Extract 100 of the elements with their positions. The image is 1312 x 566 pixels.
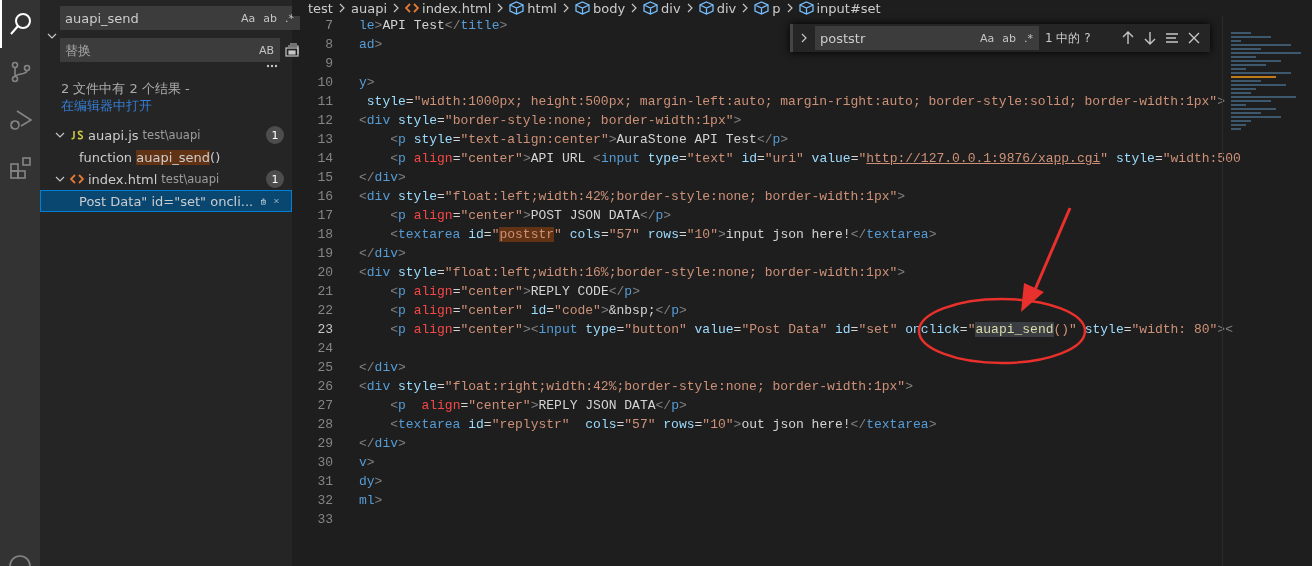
breadcrumb-item[interactable]: p <box>772 0 781 16</box>
code-line: dy> <box>359 474 383 489</box>
code-line: <div style="float:left;width:16%;border-style:none; border-width:1px"> <box>359 265 906 280</box>
code-line: <div style="float:right;width:42%;border-style:none; border-width:1px"> <box>359 379 913 394</box>
line-number: 32 <box>316 493 334 508</box>
code-line: <p align="center">REPLY CODE</p> <box>389 284 640 299</box>
cube-icon <box>754 1 770 15</box>
search-result[interactable]: function auapi_send() <box>40 146 292 168</box>
search-result[interactable]: Post Data" id="set" oncli... <box>40 190 292 212</box>
find-in-selection-icon[interactable] <box>1164 30 1180 46</box>
account-icon[interactable] <box>8 554 32 566</box>
code-line: </div> <box>359 170 406 185</box>
line-number: 12 <box>316 113 334 128</box>
line-number: 25 <box>316 360 334 375</box>
code-line: <p style="text-align:center">AuraStone API Test</p> <box>389 132 789 147</box>
breadcrumb-item[interactable]: html <box>527 0 557 16</box>
line-number: 14 <box>316 151 334 166</box>
run-debug-icon[interactable] <box>9 108 33 132</box>
line-number: 19 <box>316 246 334 261</box>
code-file-icon <box>405 3 419 13</box>
branch-icon[interactable] <box>9 60 33 84</box>
replace-all-icon[interactable] <box>284 42 300 58</box>
code-line: ad> <box>359 37 383 52</box>
code-line: <div style="float:left;width:42%;border-style:none; border-width:1px"> <box>359 189 906 204</box>
search-option[interactable]: Aa <box>239 11 258 25</box>
code-line: <p align="center">POST JSON DATA</p> <box>389 208 672 223</box>
preserve-case-toggle[interactable]: AB <box>256 43 276 57</box>
results-summary: 2 文件中有 2 个结果 - 在编辑器中打开 <box>60 80 191 114</box>
line-number: 10 <box>316 75 334 90</box>
line-number: 8 <box>324 37 334 52</box>
match-count: 1 <box>266 126 284 144</box>
line-number: 7 <box>324 18 334 33</box>
find-field[interactable]: poststr Aa ab .* <box>815 26 1039 50</box>
line-number: 9 <box>324 56 334 71</box>
line-number: 17 <box>316 208 334 223</box>
breadcrumb-item[interactable]: div <box>661 0 681 16</box>
breadcrumb-item[interactable]: test <box>308 0 333 16</box>
search-field[interactable]: auapi_send Aa ab .* <box>60 6 300 30</box>
code-line: <p align="center">API URL <input type="text" id="uri" value="http://127.0.0.1:9876/xapp.cgi" style="width:500 <box>389 151 1241 166</box>
toggle-replace-icon[interactable] <box>799 32 809 44</box>
extensions-icon[interactable] <box>9 156 33 180</box>
code-line: ml> <box>359 493 383 508</box>
file-path: test\auapi <box>161 172 221 186</box>
code-line: y> <box>359 75 375 90</box>
line-number: 28 <box>316 417 334 432</box>
line-number: 18 <box>316 227 334 242</box>
code-line: v> <box>359 455 375 470</box>
line-number: 15 <box>316 170 334 185</box>
code-file-icon <box>70 174 84 184</box>
line-number: 21 <box>316 284 334 299</box>
cube-icon <box>509 1 525 15</box>
find-option[interactable]: ab <box>1000 31 1018 45</box>
breadcrumb-item[interactable]: input#set <box>816 0 881 16</box>
line-number: 22 <box>316 303 334 318</box>
breadcrumb-item[interactable]: body <box>592 0 626 16</box>
code-line: <p align="center" id="code">&nbsp;</p> <box>389 303 687 318</box>
code-line: <textarea id="poststr" cols="57" rows="10">input json here!</textarea> <box>389 227 937 242</box>
find-result-count: 1 中的 ? <box>1045 29 1092 47</box>
search-option[interactable]: .* <box>283 11 296 25</box>
file-path: test\auapi <box>142 128 202 142</box>
more-icon[interactable] <box>266 64 278 68</box>
arrow-down-icon[interactable] <box>1142 30 1158 46</box>
arrow-up-icon[interactable] <box>1120 30 1136 46</box>
line-number: 29 <box>316 436 334 451</box>
cube-icon <box>643 1 659 15</box>
search-option[interactable]: ab <box>261 11 279 25</box>
search-icon[interactable] <box>9 12 33 36</box>
line-number: 30 <box>316 455 334 470</box>
code-line: </div> <box>359 436 406 451</box>
code-line: <p align="center">REPLY JSON DATA</p> <box>389 398 687 413</box>
find-option[interactable]: .* <box>1022 31 1035 45</box>
breadcrumb-item[interactable]: auapi <box>350 0 387 16</box>
line-number: 23 <box>316 322 334 337</box>
replace-field[interactable]: 替换 AB <box>60 38 280 62</box>
line-number: 16 <box>316 189 334 204</box>
close-icon[interactable] <box>1186 30 1202 46</box>
file-name[interactable]: auapi.js <box>88 127 139 143</box>
line-number: 11 <box>316 94 334 109</box>
js-file-icon <box>70 130 84 140</box>
cube-icon <box>798 1 814 15</box>
line-number: 31 <box>316 474 334 489</box>
breadcrumb-item[interactable]: div <box>716 0 737 16</box>
code-line: <textarea id="replystr" cols="57" rows="10">out json here!</textarea> <box>389 417 937 432</box>
breadcrumb-separator-icon[interactable] <box>391 2 401 14</box>
cube-icon <box>574 1 590 15</box>
code-line: </div> <box>359 246 406 261</box>
code-line: le>API Test</title> <box>359 18 508 33</box>
line-number: 26 <box>316 379 334 394</box>
line-number: 20 <box>316 265 334 280</box>
line-number: 33 <box>316 512 334 527</box>
breadcrumb-item[interactable]: index.html <box>422 0 492 16</box>
code-line: </div> <box>359 360 406 375</box>
match-count: 1 <box>266 170 284 188</box>
line-number: 24 <box>316 341 334 356</box>
open-in-editor-link[interactable]: 在编辑器中打开 <box>61 98 152 113</box>
line-number: 27 <box>316 398 334 413</box>
cube-icon <box>698 1 714 15</box>
find-option[interactable]: Aa <box>978 31 997 45</box>
code-line: <div style="border-style:none; border-width:1px"> <box>359 113 742 128</box>
file-name[interactable]: index.html <box>88 171 158 187</box>
